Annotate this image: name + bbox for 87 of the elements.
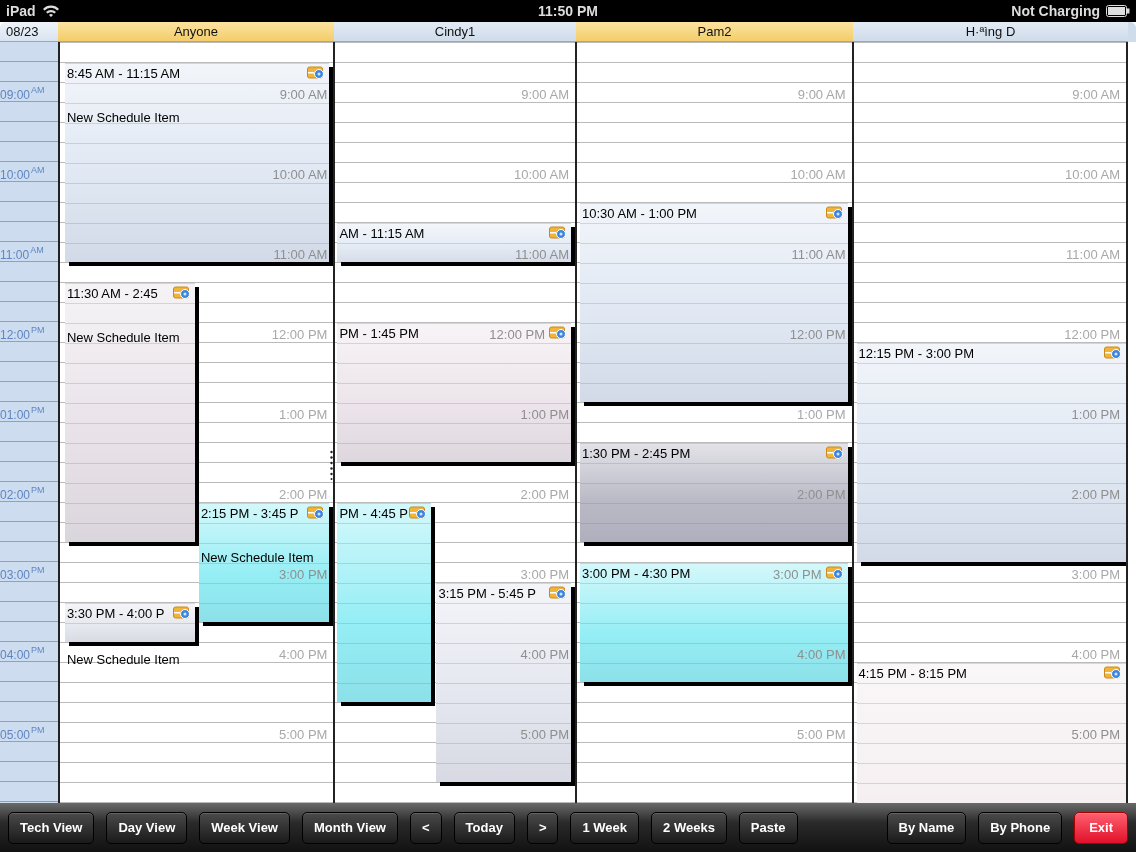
hour-label: 3:00 PM [1071,567,1120,582]
hour-label: 9:00 AM [521,87,569,102]
time-label: 05:00$^{PM}$ [0,726,45,741]
calendar-clock-icon [306,506,325,520]
calendar-clock-icon [409,506,428,520]
hour-label: 10:00 AM [1065,167,1120,182]
event-title: New Schedule Item [66,110,180,125]
hour-label: 4:00 PM [520,647,569,662]
toolbar-button[interactable]: Week View [199,811,290,844]
hour-label: 1:00 PM [520,407,569,422]
hour-label: 2:00 PM [797,487,846,502]
calendar-clock-icon [172,286,191,300]
event-title: New Schedule Item [66,652,180,667]
calendar-clock-icon [1103,346,1122,360]
device-name: iPad [6,3,36,19]
time-label: 02:00$^{PM}$ [0,486,45,501]
hour-label: 12:00 PM [489,327,545,342]
hour-label: 2:00 PM [279,487,328,502]
calendar-clock-icon [826,566,844,580]
time-label: 12:00$^{PM}$ [0,326,45,341]
exit-button[interactable]: Exit [1074,811,1128,844]
time-label: 01:00$^{PM}$ [0,406,45,421]
column-header[interactable]: Cindy1 [334,22,576,42]
toolbar-button[interactable]: By Phone [978,811,1063,844]
toolbar-button[interactable]: By Name [886,811,967,844]
hour-label: 4:00 PM [1071,647,1120,662]
time-label: 03:00$^{PM}$ [0,566,45,581]
date-label: 08/23 [0,22,58,42]
hour-label: 5:00 PM [797,727,846,742]
time-label: 11:00$^{AM}$ [0,246,44,261]
hour-label: 11:00 AM [791,247,846,262]
hour-label: 4:00 PM [279,647,328,662]
calendar-clock-icon [549,326,568,340]
toolbar-button[interactable]: Paste [738,811,798,844]
hour-label: 11:00 AM [1066,247,1120,262]
time-label: 04:00$^{PM}$ [0,646,45,661]
toolbar-button[interactable]: Tech View [8,811,95,844]
toolbar-button[interactable]: 1 Week [570,811,640,844]
event-title: New Schedule Item [200,550,314,565]
toolbar-button[interactable]: < [409,811,442,844]
calendar-clock-icon [549,226,568,240]
hour-label: 12:00 PM [789,327,846,342]
hour-label: 3:00 PM [279,567,328,582]
toolbar-button[interactable]: Today [453,811,515,844]
toolbar-button[interactable]: Month View [302,811,398,844]
hour-label: 4:00 PM [797,647,846,662]
calendar-clock-icon [172,606,191,620]
time-label: 10:00$^{AM}$ [0,166,45,181]
event-title: New Schedule Item [66,330,180,345]
toolbar-button[interactable]: 2 Weeks [651,811,727,844]
hour-label: 11:00 AM [273,247,328,262]
hour-label: 1:00 PM [797,407,846,422]
calendar-clock-icon [826,206,844,220]
calendar-clock-icon [306,66,325,80]
hour-label: 9:00 AM [797,87,846,102]
calendar-clock-icon [549,586,568,600]
calendar-clock-icon [826,446,844,460]
toolbar-button[interactable]: Day View [106,811,188,844]
column-header[interactable]: Anyone [58,22,334,42]
hour-label: 10:00 AM [272,167,328,182]
column-header[interactable]: Pam2 [576,22,853,42]
hour-label: 2:00 PM [520,487,569,502]
hour-label: 11:00 AM [515,247,569,262]
hour-label: 5:00 PM [520,727,569,742]
hour-label: 1:00 PM [1071,407,1120,422]
header-cap [1128,22,1136,42]
hour-label: 12:00 PM [271,327,328,342]
clock-time: 11:50 PM [538,3,598,19]
hour-label: 9:00 AM [279,87,328,102]
battery-icon [1106,5,1130,17]
hour-label: 9:00 AM [1072,87,1120,102]
time-label: 09:00$^{AM}$ [0,86,45,101]
hour-label: 3:00 PM [773,567,822,582]
hour-label: 2:00 PM [1071,487,1120,502]
hour-label: 12:00 PM [1064,327,1120,342]
toolbar-button[interactable]: > [526,811,559,844]
hour-label: 3:00 PM [520,567,569,582]
hour-label: 5:00 PM [279,727,328,742]
hour-label: 10:00 AM [514,167,569,182]
hour-label: 10:00 AM [790,167,846,182]
column-header[interactable]: H·ªìng D [853,22,1128,42]
resize-handle-icon[interactable] [330,450,334,480]
wifi-icon [41,4,60,18]
hour-label: 5:00 PM [1071,727,1120,742]
calendar-clock-icon [1103,666,1122,680]
battery-status: Not Charging [1011,3,1100,19]
hour-label: 1:00 PM [279,407,328,422]
